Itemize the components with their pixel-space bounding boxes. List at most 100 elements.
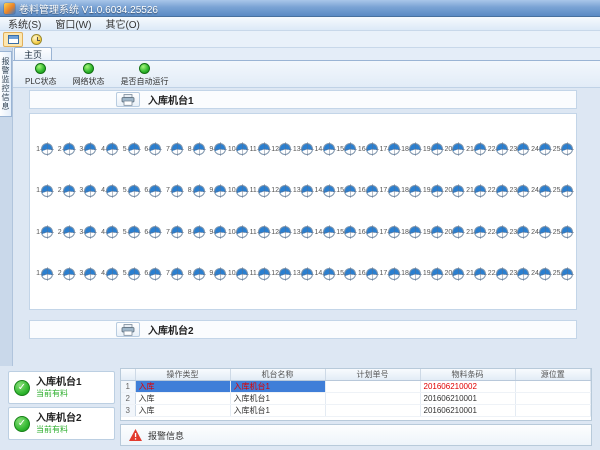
reel-slot[interactable]: 9 bbox=[206, 143, 226, 155]
reel-slot[interactable]: 19 bbox=[423, 143, 443, 155]
menu-window[interactable]: 窗口(W) bbox=[55, 16, 91, 31]
reel-slot[interactable]: 4 bbox=[98, 226, 118, 238]
reel-slot[interactable]: 13 bbox=[293, 185, 313, 197]
reel-slot[interactable]: 5 bbox=[120, 268, 140, 280]
reel-slot[interactable]: 12 bbox=[271, 268, 291, 280]
reel-slot[interactable]: 1 bbox=[33, 268, 53, 280]
reel-slot[interactable]: 2 bbox=[55, 268, 75, 280]
reel-slot[interactable]: 10 bbox=[228, 226, 248, 238]
reel-slot[interactable]: 24 bbox=[531, 143, 551, 155]
reel-slot[interactable]: 9 bbox=[206, 226, 226, 238]
reel-slot[interactable]: 8 bbox=[185, 185, 205, 197]
col-operation-type[interactable]: 操作类型 bbox=[135, 369, 230, 381]
reel-slot[interactable]: 10 bbox=[228, 143, 248, 155]
reel-slot[interactable]: 7 bbox=[163, 268, 183, 280]
reel-slot[interactable]: 13 bbox=[293, 268, 313, 280]
reel-slot[interactable]: 2 bbox=[55, 226, 75, 238]
reel-slot[interactable]: 20 bbox=[444, 226, 464, 238]
reel-slot[interactable]: 16 bbox=[358, 226, 378, 238]
reel-slot[interactable]: 11 bbox=[250, 185, 270, 197]
reel-slot[interactable]: 6 bbox=[141, 226, 161, 238]
reel-slot[interactable]: 21 bbox=[466, 226, 486, 238]
table-row[interactable]: 1入库入库机台1201606210002 bbox=[121, 381, 591, 393]
reel-slot[interactable]: 14 bbox=[315, 268, 335, 280]
reel-slot[interactable]: 5 bbox=[120, 143, 140, 155]
reel-slot[interactable]: 11 bbox=[250, 226, 270, 238]
reel-slot[interactable]: 8 bbox=[185, 226, 205, 238]
reel-slot[interactable]: 22 bbox=[488, 268, 508, 280]
reel-slot[interactable]: 16 bbox=[358, 143, 378, 155]
reel-slot[interactable]: 3 bbox=[76, 268, 96, 280]
reel-slot[interactable]: 22 bbox=[488, 226, 508, 238]
reel-slot[interactable]: 3 bbox=[76, 185, 96, 197]
reel-slot[interactable]: 19 bbox=[423, 185, 443, 197]
col-material-barcode[interactable]: 物料条码 bbox=[420, 369, 515, 381]
reel-slot[interactable]: 15 bbox=[336, 185, 356, 197]
print-button-machine2[interactable] bbox=[116, 322, 140, 337]
reel-slot[interactable]: 24 bbox=[531, 185, 551, 197]
reel-slot[interactable]: 23 bbox=[509, 143, 529, 155]
reel-slot[interactable]: 13 bbox=[293, 143, 313, 155]
reel-slot[interactable]: 7 bbox=[163, 185, 183, 197]
reel-slot[interactable]: 25 bbox=[553, 143, 573, 155]
reel-slot[interactable]: 3 bbox=[76, 143, 96, 155]
reel-slot[interactable]: 21 bbox=[466, 143, 486, 155]
reel-slot[interactable]: 12 bbox=[271, 143, 291, 155]
reel-slot[interactable]: 4 bbox=[98, 143, 118, 155]
reel-slot[interactable]: 21 bbox=[466, 185, 486, 197]
menu-system[interactable]: 系统(S) bbox=[8, 16, 41, 31]
reel-slot[interactable]: 25 bbox=[553, 185, 573, 197]
reel-slot[interactable]: 20 bbox=[444, 268, 464, 280]
col-plan-number[interactable]: 计划单号 bbox=[325, 369, 420, 381]
table-row[interactable]: 3入库入库机台1201606210001 bbox=[121, 405, 591, 417]
reel-slot[interactable]: 7 bbox=[163, 143, 183, 155]
reel-slot[interactable]: 24 bbox=[531, 226, 551, 238]
reel-slot[interactable]: 21 bbox=[466, 268, 486, 280]
reel-slot[interactable]: 6 bbox=[141, 143, 161, 155]
reel-slot[interactable]: 15 bbox=[336, 143, 356, 155]
reel-slot[interactable]: 6 bbox=[141, 185, 161, 197]
reel-slot[interactable]: 18 bbox=[401, 226, 421, 238]
reel-slot[interactable]: 16 bbox=[358, 268, 378, 280]
reel-slot[interactable]: 20 bbox=[444, 143, 464, 155]
reel-slot[interactable]: 19 bbox=[423, 268, 443, 280]
reel-slot[interactable]: 11 bbox=[250, 143, 270, 155]
reel-slot[interactable]: 19 bbox=[423, 226, 443, 238]
reel-slot[interactable]: 10 bbox=[228, 268, 248, 280]
schedule-button[interactable] bbox=[26, 32, 46, 47]
reel-slot[interactable]: 25 bbox=[553, 226, 573, 238]
dock-tab-alarm-monitor[interactable]: 报警监控信息 bbox=[0, 51, 12, 117]
reel-slot[interactable]: 22 bbox=[488, 143, 508, 155]
reel-slot[interactable]: 6 bbox=[141, 268, 161, 280]
reel-slot[interactable]: 25 bbox=[553, 268, 573, 280]
reel-slot[interactable]: 2 bbox=[55, 143, 75, 155]
reel-slot[interactable]: 24 bbox=[531, 268, 551, 280]
reel-slot[interactable]: 4 bbox=[98, 268, 118, 280]
reel-slot[interactable]: 14 bbox=[315, 185, 335, 197]
reel-slot[interactable]: 1 bbox=[33, 185, 53, 197]
reel-slot[interactable]: 17 bbox=[380, 268, 400, 280]
reel-slot[interactable]: 20 bbox=[444, 185, 464, 197]
reel-slot[interactable]: 18 bbox=[401, 143, 421, 155]
reel-slot[interactable]: 10 bbox=[228, 185, 248, 197]
reel-slot[interactable]: 9 bbox=[206, 185, 226, 197]
reel-slot[interactable]: 17 bbox=[380, 185, 400, 197]
reel-slot[interactable]: 12 bbox=[271, 185, 291, 197]
menu-other[interactable]: 其它(O) bbox=[105, 16, 139, 31]
reel-slot[interactable]: 23 bbox=[509, 185, 529, 197]
table-row[interactable]: 2入库入库机台1201606210001 bbox=[121, 393, 591, 405]
reel-slot[interactable]: 8 bbox=[185, 143, 205, 155]
col-machine-name[interactable]: 机台名称 bbox=[230, 369, 325, 381]
reel-slot[interactable]: 23 bbox=[509, 268, 529, 280]
reel-slot[interactable]: 5 bbox=[120, 185, 140, 197]
tab-home[interactable]: 主页 bbox=[14, 47, 52, 60]
reel-slot[interactable]: 18 bbox=[401, 185, 421, 197]
reel-slot[interactable]: 13 bbox=[293, 226, 313, 238]
reel-slot[interactable]: 14 bbox=[315, 143, 335, 155]
reel-slot[interactable]: 15 bbox=[336, 226, 356, 238]
reel-slot[interactable]: 14 bbox=[315, 226, 335, 238]
reel-slot[interactable]: 9 bbox=[206, 268, 226, 280]
reel-slot[interactable]: 16 bbox=[358, 185, 378, 197]
reel-slot[interactable]: 17 bbox=[380, 226, 400, 238]
reel-slot[interactable]: 17 bbox=[380, 143, 400, 155]
